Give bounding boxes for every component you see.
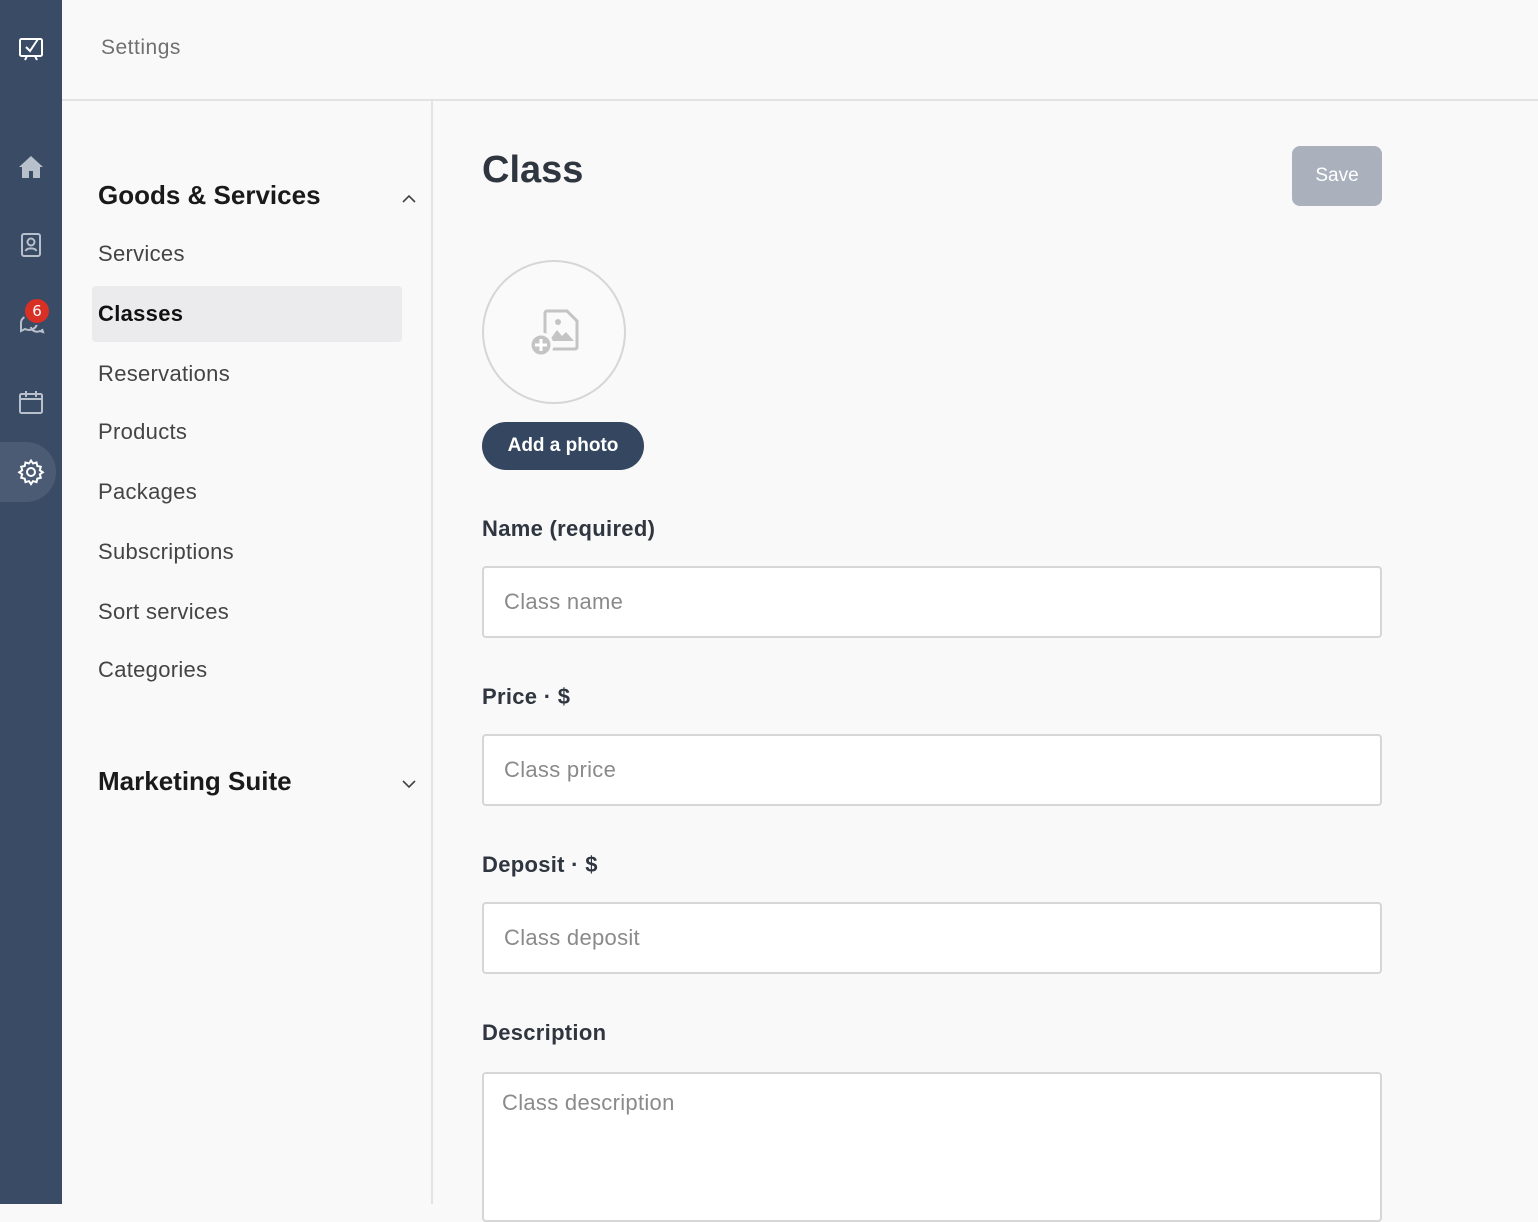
description-label: Description	[482, 1020, 607, 1045]
group-goods-services-header[interactable]: Goods & Services	[98, 180, 321, 211]
subnav-item-products[interactable]: Products	[92, 404, 402, 460]
class-deposit-input[interactable]	[482, 902, 1382, 974]
add-photo-button[interactable]: Add a photo	[482, 422, 644, 470]
subnav-item-classes[interactable]: Classes	[92, 286, 402, 342]
nav-settings[interactable]	[0, 442, 62, 502]
chevron-up-icon[interactable]	[401, 191, 417, 207]
chevron-down-icon[interactable]	[401, 776, 417, 792]
icon-rail: 6	[0, 0, 62, 1204]
class-form: Class Save Add a photo Name (required) P…	[435, 101, 1538, 1222]
class-name-input[interactable]	[482, 566, 1382, 638]
subnav-item-categories[interactable]: Categories	[92, 642, 402, 698]
contacts-icon	[21, 233, 41, 257]
subnav-item-subscriptions[interactable]: Subscriptions	[92, 524, 402, 580]
checkbox-board-icon	[19, 38, 43, 61]
gear-icon	[17, 458, 45, 486]
top-bar: Settings	[62, 0, 1538, 101]
nav-contacts[interactable]	[0, 215, 62, 275]
group-marketing-suite-header[interactable]: Marketing Suite	[98, 766, 292, 797]
subnav-item-sort-services[interactable]: Sort services	[92, 584, 402, 640]
photo-placeholder[interactable]	[482, 260, 626, 404]
nav-home[interactable]	[0, 137, 62, 197]
subnav-item-packages[interactable]: Packages	[92, 464, 402, 520]
messages-badge: 6	[23, 297, 51, 325]
calendar-icon	[19, 391, 43, 414]
subnav-item-services[interactable]: Services	[92, 226, 402, 282]
settings-subnav: Goods & Services Services Classes Reserv…	[62, 101, 433, 1204]
home-icon	[19, 156, 43, 178]
deposit-label: Deposit · $	[482, 852, 598, 877]
price-label: Price · $	[482, 684, 571, 709]
app-logo-button[interactable]	[0, 18, 62, 78]
class-price-input[interactable]	[482, 734, 1382, 806]
nav-calendar[interactable]	[0, 372, 62, 432]
page-title: Class	[482, 149, 584, 191]
page-header-title: Settings	[101, 36, 181, 59]
save-button[interactable]: Save	[1292, 146, 1382, 206]
subnav-item-reservations[interactable]: Reservations	[92, 346, 402, 402]
class-description-input[interactable]	[482, 1072, 1382, 1222]
add-image-icon	[528, 309, 579, 358]
name-label: Name (required)	[482, 516, 656, 541]
